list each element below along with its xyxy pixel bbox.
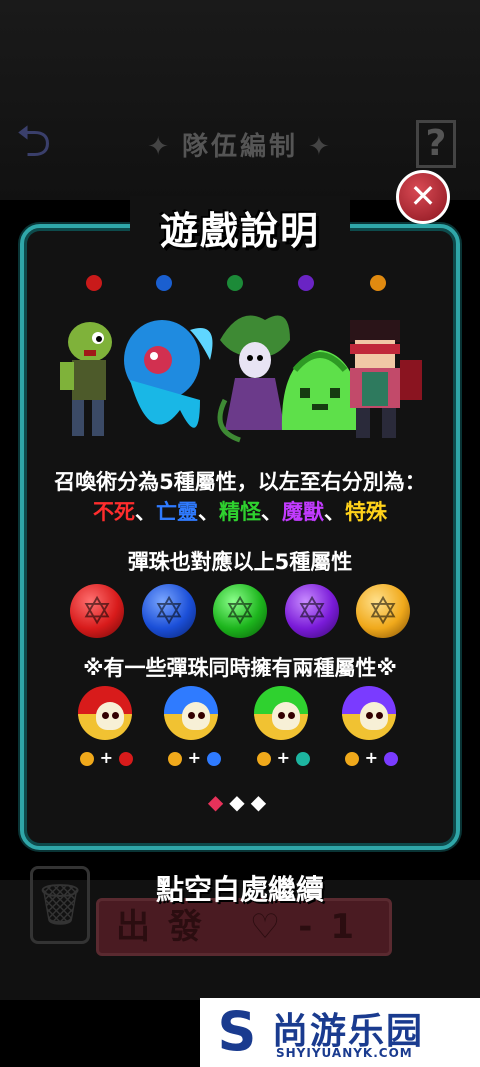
- red-star-orb-icon: ✡: [70, 584, 124, 638]
- warrior-monster-icon: [350, 320, 422, 438]
- attribute-undead: 不死: [93, 500, 135, 524]
- attribute-list: 不死、亡靈、精怪、魔獸、特殊: [0, 496, 480, 526]
- combo-gold-purple: +: [345, 748, 415, 768]
- gold-star-orb-icon: ✡: [356, 584, 410, 638]
- dual-orb-red-gold-icon: [78, 686, 132, 740]
- slime-monster-icon: [281, 350, 362, 430]
- description-line-4: ※有一些彈珠同時擁有兩種屬性※: [83, 656, 397, 680]
- dual-orb-purple-gold-icon: [342, 686, 396, 740]
- separator: 、: [261, 500, 282, 524]
- attribute-beast: 魔獸: [282, 500, 324, 524]
- small-orb-row: [0, 275, 480, 295]
- orb-purple-icon: [298, 275, 314, 291]
- orb-green-icon: [227, 275, 243, 291]
- attribute-fairy: 精怪: [219, 500, 261, 524]
- page-title: ✦ 隊伍編制 ✦: [147, 132, 333, 162]
- separator: 、: [324, 500, 345, 524]
- green-star-orb-icon: ✡: [213, 584, 267, 638]
- watermark: S 尚游乐园 SHYIYUANYK.COM: [200, 998, 480, 1067]
- description-line-3: 彈珠也對應以上5種屬性: [127, 550, 353, 574]
- page-indicator: ◆◆◆: [0, 790, 480, 814]
- description-line-1: 召喚術分為5種屬性，以左至右分別為：: [54, 470, 426, 494]
- dual-orb-green-gold-icon: [254, 686, 308, 740]
- orb-blue-icon: [156, 275, 172, 291]
- page-dot-3[interactable]: ◆: [251, 790, 272, 814]
- purple-star-orb-icon: ✡: [285, 584, 339, 638]
- orb-gold-icon: [370, 275, 386, 291]
- watermark-url: SHYIYUANYK.COM: [276, 1046, 413, 1060]
- top-bar: ⮌ ✦ 隊伍編制 ✦ ?: [0, 112, 480, 172]
- dual-orb-row: + + + +: [0, 686, 480, 786]
- combo-gold-blue: +: [168, 748, 238, 768]
- combo-gold-teal: +: [257, 748, 327, 768]
- monster-art: [60, 315, 422, 443]
- attribute-orb-row: ✡ ✡ ✡ ✡ ✡: [0, 584, 480, 640]
- tap-to-continue[interactable]: 點空白處繼續: [0, 868, 480, 908]
- watermark-logo-icon: S: [217, 1000, 257, 1063]
- separator: 、: [135, 500, 156, 524]
- ghost-monster-icon: [124, 320, 213, 428]
- orb-red-icon: [86, 275, 102, 291]
- zombie-monster-icon: [60, 322, 112, 436]
- plant-spirit-monster-icon: [217, 315, 290, 443]
- help-button[interactable]: ?: [416, 120, 456, 168]
- monster-lineup: [50, 300, 430, 450]
- blue-star-orb-icon: ✡: [142, 584, 196, 638]
- separator: 、: [198, 500, 219, 524]
- combo-gold-red: +: [80, 748, 150, 768]
- page-dot-1[interactable]: ◆: [208, 790, 229, 814]
- attribute-special: 特殊: [345, 500, 387, 524]
- close-button[interactable]: ✕: [396, 170, 450, 224]
- attribute-spirit: 亡靈: [156, 500, 198, 524]
- page-dot-2[interactable]: ◆: [229, 790, 250, 814]
- dual-orb-blue-gold-icon: [164, 686, 218, 740]
